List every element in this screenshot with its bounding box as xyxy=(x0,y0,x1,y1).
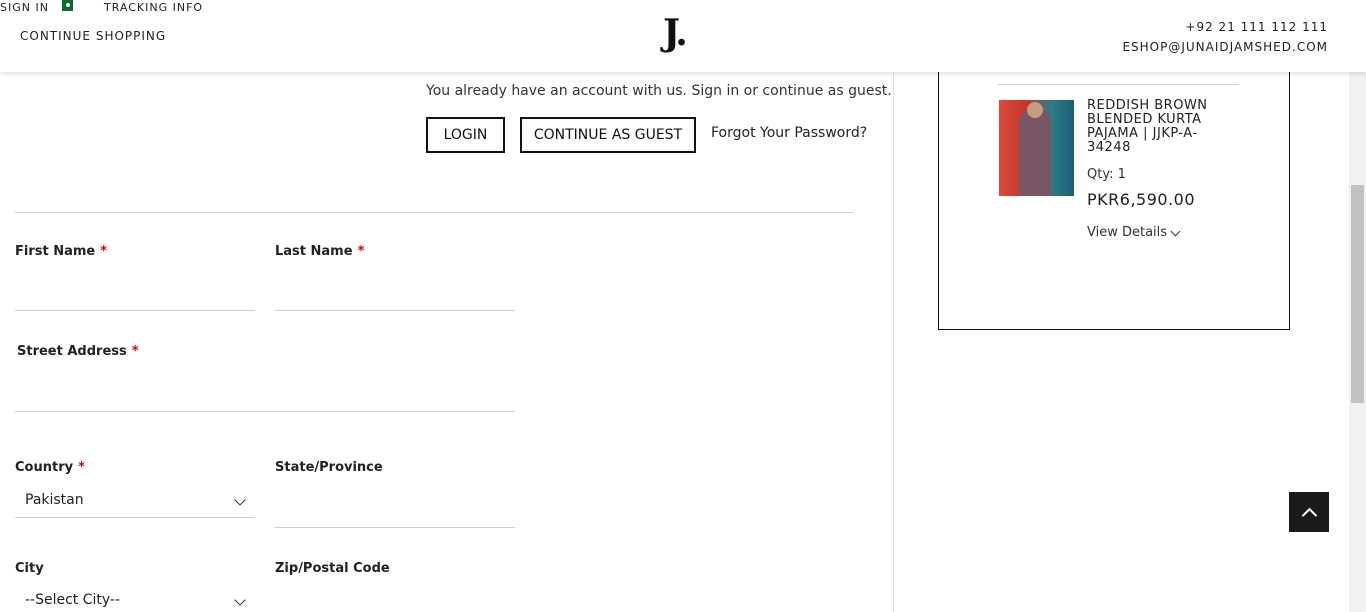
view-details-toggle[interactable]: View Details xyxy=(1087,225,1167,240)
country-select-underline xyxy=(15,517,255,518)
product-model-head xyxy=(1027,102,1043,118)
state-province-field[interactable] xyxy=(275,527,515,528)
pakistan-flag-icon[interactable] xyxy=(58,0,73,11)
continue-shopping-link[interactable]: CONTINUE SHOPPING xyxy=(20,29,166,43)
city-select[interactable]: --Select City-- xyxy=(25,592,120,608)
country-label: Country * xyxy=(15,460,85,475)
first-name-label: First Name * xyxy=(15,244,107,259)
section-divider xyxy=(15,212,853,213)
page-scrollbar[interactable] xyxy=(1349,72,1366,612)
product-name[interactable]: REDDISH BROWN BLENDED KURTA PAJAMA | JJK… xyxy=(1087,99,1227,155)
zip-postal-code-label: Zip/Postal Code xyxy=(275,561,390,576)
street-address-label-text: Street Address xyxy=(17,344,127,359)
city-label: City xyxy=(15,561,44,576)
product-model-figure xyxy=(1019,110,1051,196)
chevron-down-icon[interactable] xyxy=(234,594,246,606)
contact-email[interactable]: ESHOP@JUNAIDJAMSHED.COM xyxy=(1122,40,1328,54)
required-mark: * xyxy=(78,460,85,475)
required-mark: * xyxy=(100,244,108,259)
chevron-down-icon[interactable] xyxy=(234,494,246,506)
first-name-field[interactable] xyxy=(15,310,255,311)
product-price: PKR6,590.00 xyxy=(1087,190,1196,209)
required-mark: * xyxy=(131,344,139,359)
back-to-top-button[interactable] xyxy=(1289,492,1329,532)
street-address-field[interactable] xyxy=(15,411,515,412)
last-name-label: Last Name * xyxy=(275,244,364,259)
tracking-info-link[interactable]: TRACKING INFO xyxy=(104,1,203,14)
required-mark: * xyxy=(357,244,365,259)
contact-phone: +92 21 111 112 111 xyxy=(1185,20,1328,34)
account-message: You already have an account with us. Sig… xyxy=(426,83,892,99)
first-name-label-text: First Name xyxy=(15,244,96,259)
last-name-label-text: Last Name xyxy=(275,244,353,259)
login-button[interactable]: LOGIN xyxy=(426,117,505,153)
product-image[interactable] xyxy=(999,100,1074,196)
state-province-label: State/Province xyxy=(275,460,383,475)
country-label-text: Country xyxy=(15,460,74,475)
forgot-password-link[interactable]: Forgot Your Password? xyxy=(711,125,867,141)
arrow-up-icon xyxy=(1301,507,1317,523)
continue-as-guest-button[interactable]: CONTINUE AS GUEST xyxy=(520,117,696,153)
site-header: SIGN IN TRACKING INFO CONTINUE SHOPPING … xyxy=(0,0,1366,72)
street-address-label: Street Address * xyxy=(17,344,139,359)
summary-divider xyxy=(998,84,1239,85)
brand-logo[interactable]: J. xyxy=(663,12,688,54)
country-select[interactable]: Pakistan xyxy=(25,492,84,508)
last-name-field[interactable] xyxy=(275,310,515,311)
column-divider xyxy=(893,72,894,612)
sign-in-link[interactable]: SIGN IN xyxy=(0,1,49,14)
product-quantity: Qty: 1 xyxy=(1087,167,1126,182)
scrollbar-thumb[interactable] xyxy=(1351,185,1364,403)
